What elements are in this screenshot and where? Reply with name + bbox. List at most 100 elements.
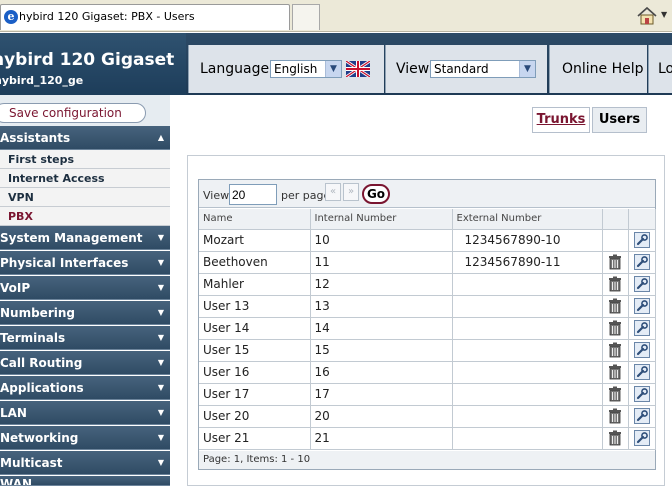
trash-icon[interactable] — [607, 276, 623, 292]
sidebar-section-label: System Management — [0, 231, 143, 245]
table-row: User 16 16 — [199, 361, 656, 384]
edit-wrench-icon[interactable] — [633, 430, 650, 446]
external-number-cell — [452, 383, 603, 406]
sidebar-section-label: LAN — [0, 406, 27, 420]
language-label: Language — [200, 61, 270, 77]
edit-wrench-icon[interactable] — [633, 364, 650, 380]
prev-page-button[interactable]: « — [325, 183, 341, 201]
sidebar-section-label: Call Routing — [0, 356, 83, 370]
external-number-cell — [452, 339, 603, 362]
edit-wrench-icon[interactable] — [633, 386, 650, 402]
edit-wrench-icon[interactable] — [633, 320, 650, 336]
uk-flag-icon[interactable] — [346, 61, 370, 77]
chevron-down-icon: ▼ — [325, 61, 341, 77]
sidebar-section-label: Numbering — [0, 306, 75, 320]
delete-cell — [602, 383, 629, 406]
chevron-down-icon: ▼ — [519, 61, 535, 77]
sidebar-item-internet-access[interactable]: Internet Access — [0, 169, 170, 188]
sidebar-section-lan[interactable]: LAN ▼ — [0, 401, 170, 425]
user-name-cell: Beethoven — [199, 251, 311, 274]
user-name-cell: User 13 — [199, 295, 311, 318]
sidebar-section-label: Terminals — [0, 331, 66, 345]
sidebar-section-networking[interactable]: Networking ▼ — [0, 426, 170, 450]
trash-icon[interactable] — [607, 342, 623, 358]
delete-cell — [602, 427, 629, 450]
trash-icon[interactable] — [607, 320, 623, 336]
external-number-cell — [452, 317, 603, 340]
trash-icon[interactable] — [607, 298, 623, 314]
user-name-cell: User 14 — [199, 317, 311, 340]
home-icon[interactable] — [636, 6, 658, 26]
edit-cell — [628, 339, 656, 362]
sidebar-section-numbering[interactable]: Numbering ▼ — [0, 301, 170, 325]
delete-cell — [602, 339, 629, 362]
sidebar-section-applications[interactable]: Applications ▼ — [0, 376, 170, 400]
sidebar-section-assistants[interactable]: Assistants ▲ — [0, 126, 170, 150]
internal-number-cell: 10 — [310, 229, 453, 252]
sidebar-section-system-management[interactable]: System Management ▼ — [0, 226, 170, 250]
items-per-page-input[interactable] — [229, 184, 277, 205]
browser-tab-active[interactable]: e hybird 120 Gigaset: PBX - Users — [0, 4, 290, 30]
trash-icon[interactable] — [607, 254, 623, 270]
internal-number-cell: 15 — [310, 339, 453, 362]
external-number-cell — [452, 295, 603, 318]
column-header-name[interactable]: Name — [199, 209, 311, 230]
sidebar-section-terminals[interactable]: Terminals ▼ — [0, 326, 170, 350]
sidebar-section-call-routing[interactable]: Call Routing ▼ — [0, 351, 170, 375]
table-row: User 14 14 — [199, 317, 656, 340]
sidebar-item-vpn[interactable]: VPN — [0, 188, 170, 207]
external-number-cell — [452, 427, 603, 450]
column-header-external-number[interactable]: External Number — [452, 209, 603, 230]
edit-cell — [628, 317, 656, 340]
sidebar-section-label: VoIP — [0, 281, 31, 295]
trash-icon[interactable] — [607, 364, 623, 380]
sidebar-section-label: Physical Interfaces — [0, 256, 129, 270]
chevron-down-icon: ▼ — [157, 233, 164, 242]
language-select[interactable]: English ▼ — [270, 60, 342, 78]
column-header-internal-number[interactable]: Internal Number — [310, 209, 453, 230]
trash-icon[interactable] — [607, 386, 623, 402]
edit-wrench-icon[interactable] — [633, 298, 650, 314]
online-help-link[interactable]: Online Help — [562, 61, 644, 77]
delete-cell — [602, 317, 629, 340]
sidebar-section-multicast[interactable]: Multicast ▼ — [0, 451, 170, 475]
save-configuration-button[interactable]: Save configuration — [0, 103, 146, 123]
trash-icon[interactable] — [607, 408, 623, 424]
sidebar-item-pbx[interactable]: PBX — [0, 207, 170, 226]
sidebar-section-voip[interactable]: VoIP ▼ — [0, 276, 170, 300]
sidebar-item-first-steps[interactable]: First steps — [0, 150, 170, 169]
internal-number-cell: 11 — [310, 251, 453, 274]
users-table: Name Internal Number External Number Moz… — [199, 209, 656, 450]
sidebar-section-label: Applications — [0, 381, 84, 395]
view-per-page-label: View — [203, 189, 230, 202]
delete-cell — [602, 251, 629, 274]
product-name: hybird 120 Gigaset — [0, 50, 175, 70]
internal-number-cell: 14 — [310, 317, 453, 340]
chevron-down-icon[interactable]: ▼ — [661, 10, 667, 19]
view-select[interactable]: Standard ▼ — [430, 60, 536, 78]
edit-cell — [628, 229, 656, 252]
edit-cell — [628, 295, 656, 318]
save-configuration-area: Save configuration — [0, 95, 170, 127]
sidebar-section-label: Assistants — [0, 131, 71, 145]
edit-wrench-icon[interactable] — [633, 342, 650, 358]
go-button[interactable]: Go — [362, 184, 390, 204]
edit-cell — [628, 405, 656, 428]
tab-users[interactable]: Users — [592, 107, 647, 133]
table-row: User 20 20 — [199, 405, 656, 428]
sidebar-section-wan[interactable]: WAN — [0, 476, 170, 486]
edit-wrench-icon[interactable] — [633, 408, 650, 424]
next-page-button[interactable]: » — [343, 183, 359, 201]
table-row: User 21 21 — [199, 427, 656, 450]
edit-wrench-icon[interactable] — [633, 276, 650, 292]
edit-cell — [628, 383, 656, 406]
logout-link[interactable]: Lo — [658, 61, 672, 77]
tab-trunks[interactable]: Trunks — [532, 107, 590, 133]
delete-cell — [602, 229, 629, 252]
browser-new-tab[interactable] — [292, 4, 320, 30]
sidebar-section-physical-interfaces[interactable]: Physical Interfaces ▼ — [0, 251, 170, 275]
internal-number-cell: 21 — [310, 427, 453, 450]
edit-wrench-icon[interactable] — [633, 232, 650, 248]
edit-wrench-icon[interactable] — [633, 254, 650, 270]
trash-icon[interactable] — [607, 430, 623, 446]
